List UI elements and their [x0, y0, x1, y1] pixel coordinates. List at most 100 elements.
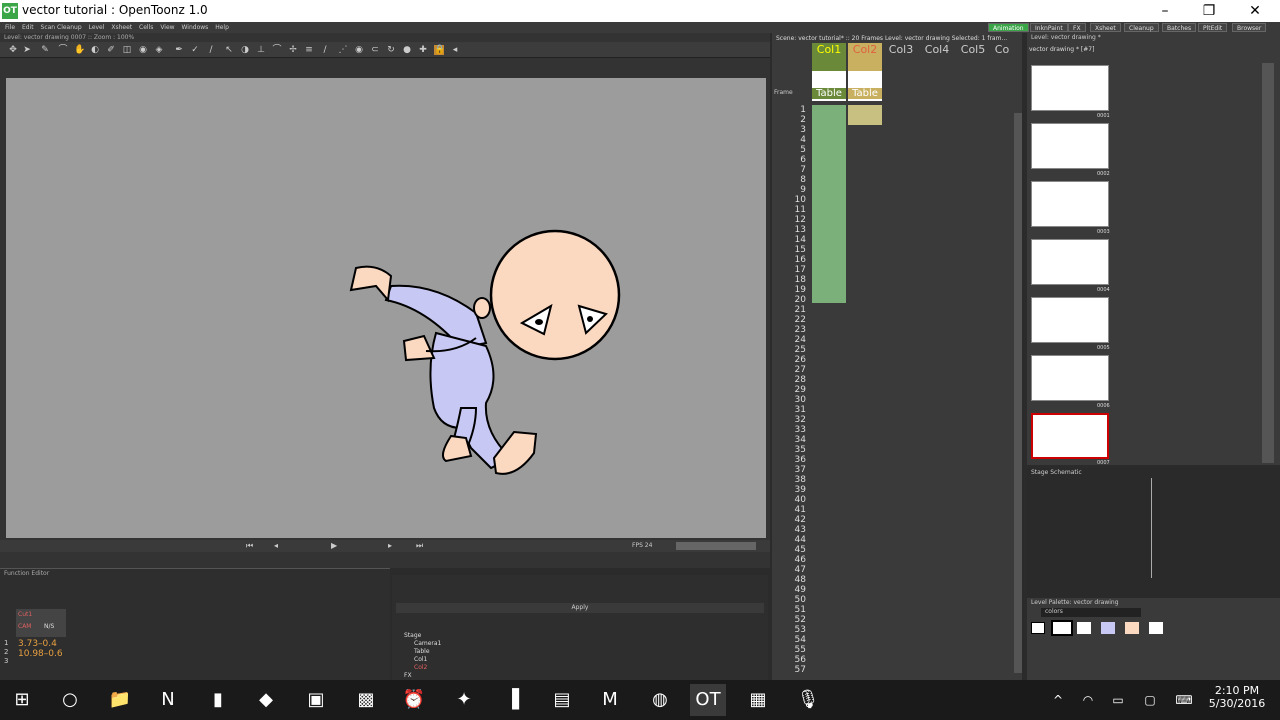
windows-start-icon[interactable]: ⊞ — [4, 684, 40, 716]
geometric-tool-icon[interactable]: ⌒ — [58, 45, 68, 55]
tree-node-table[interactable]: Table — [414, 648, 430, 655]
cortana-icon[interactable]: ○ — [52, 684, 88, 716]
microphone-icon[interactable]: 🎙 — [790, 684, 826, 716]
col2-cells[interactable] — [848, 105, 882, 125]
brush-tool-icon[interactable]: ✎ — [40, 45, 50, 55]
hand-tool-icon[interactable]: ● — [402, 45, 412, 55]
fps-slider[interactable] — [676, 542, 756, 550]
tree-node-col1[interactable]: Col1 — [414, 656, 427, 663]
col1-cells[interactable] — [812, 105, 846, 303]
col2-peg[interactable]: Table — [848, 88, 882, 99]
app-icon[interactable]: ▤ — [544, 684, 580, 716]
column-header-col2[interactable]: Col2 — [848, 43, 882, 71]
tree-node-fx[interactable]: FX — [404, 672, 412, 679]
bender-tool-icon[interactable]: ⊥ — [256, 45, 266, 55]
column-header-col1[interactable]: Col1 — [812, 43, 846, 71]
room-tab-pltedit[interactable]: PltEdit — [1198, 23, 1228, 32]
room-tab-fx[interactable]: FX — [1068, 23, 1086, 32]
menu-view[interactable]: View — [160, 22, 174, 33]
paint-brush-tool-icon[interactable]: ✐ — [106, 45, 116, 55]
room-tab-cleanup[interactable]: Cleanup — [1124, 23, 1159, 32]
last-frame-icon[interactable]: ⏭ — [416, 541, 423, 551]
arrow-icon[interactable]: ◂ — [450, 45, 460, 55]
magnet-tool-icon[interactable]: ◑ — [240, 45, 250, 55]
menu-file[interactable]: File — [5, 22, 15, 33]
type-tool-icon[interactable]: ✋ — [74, 45, 85, 55]
level-frame-thumbnail[interactable] — [1031, 123, 1109, 169]
level-frame-thumbnail[interactable] — [1031, 355, 1109, 401]
app-icon[interactable]: ▮ — [200, 684, 236, 716]
tape-tool-icon[interactable]: ◉ — [138, 45, 148, 55]
level-frame-thumbnail[interactable] — [1031, 65, 1109, 111]
first-frame-icon[interactable]: ⏮ — [246, 541, 253, 551]
tree-node-camera1[interactable]: Camera1 — [414, 640, 441, 647]
menu-edit[interactable]: Edit — [22, 22, 34, 33]
palette-style-swatch-selected[interactable] — [1051, 620, 1073, 636]
palette-style-swatch[interactable] — [1125, 622, 1139, 634]
file-explorer-icon[interactable]: 📁 — [102, 684, 138, 716]
lock-icon[interactable]: 🔒 — [434, 45, 445, 55]
level-frame-thumbnail[interactable] — [1031, 181, 1109, 227]
level-frame-thumbnail[interactable] — [1031, 239, 1109, 285]
xsheet-cell-area[interactable]: 1 2 3 4 5 6 7 8 9 10 11 12 13 14 15 16 17 18 19 20 21 22 23 24 2… — [772, 105, 1012, 677]
zoom-tool-icon[interactable]: ⊂ — [370, 45, 380, 55]
app-icon[interactable]: ▣ — [298, 684, 334, 716]
room-tab-browser[interactable]: Browser — [1232, 23, 1267, 32]
apply-button[interactable]: Apply — [396, 603, 764, 613]
skeleton-tool-icon[interactable]: ≡ — [304, 45, 314, 55]
col1-peg[interactable]: Table — [812, 88, 846, 99]
app-icon[interactable]: ▦ — [740, 684, 776, 716]
room-tab-inknpaint[interactable]: InknPaint — [1030, 23, 1068, 32]
rgb-picker-icon[interactable]: ✒ — [174, 45, 184, 55]
chrome-icon[interactable]: ◍ — [642, 684, 678, 716]
animate-tool-icon[interactable]: ✥ — [8, 45, 18, 55]
xsheet-scrollbar[interactable] — [1014, 113, 1022, 673]
pinch-tool-icon[interactable]: ∕ — [206, 45, 216, 55]
palette-style-swatch[interactable] — [1149, 622, 1163, 634]
selection-tool-icon[interactable]: ➤ — [22, 45, 32, 55]
level-frame-thumbnail-selected[interactable] — [1031, 413, 1109, 459]
menu-level[interactable]: Level — [89, 22, 105, 33]
minimize-button[interactable]: – — [1142, 0, 1188, 22]
app-icon[interactable]: ✦ — [446, 684, 482, 716]
visual-studio-icon[interactable]: ◆ — [248, 684, 284, 716]
eraser-tool-icon[interactable]: ◫ — [122, 45, 132, 55]
level-strip-scrollbar[interactable] — [1262, 63, 1274, 463]
room-tab-xsheet[interactable]: Xsheet — [1090, 23, 1121, 32]
next-frame-icon[interactable]: ▸ — [388, 541, 392, 550]
style-picker-icon[interactable]: ◈ — [154, 45, 164, 55]
room-tab-animation[interactable]: Animation — [988, 23, 1029, 32]
drawing-canvas[interactable] — [6, 78, 766, 538]
finger-tool-icon[interactable]: ✚ — [418, 45, 428, 55]
column-header-col5[interactable]: Col5 — [956, 43, 990, 71]
control-point-editor-icon[interactable]: ✓ — [190, 45, 200, 55]
play-icon[interactable]: ▶ — [331, 541, 337, 550]
tree-node-col2[interactable]: Col2 — [414, 664, 427, 671]
opentoonz-icon[interactable]: OT — [690, 684, 726, 716]
menu-scan-cleanup[interactable]: Scan Cleanup — [41, 22, 82, 33]
rotate-tool-icon[interactable]: ↻ — [386, 45, 396, 55]
palette-style-swatch[interactable] — [1077, 622, 1091, 634]
taskbar-clock[interactable]: 2:10 PM 5/30/2016 — [1202, 684, 1272, 710]
cutter-tool-icon[interactable]: ✢ — [288, 45, 298, 55]
menu-help[interactable]: Help — [215, 22, 229, 33]
onenote-icon[interactable]: N — [150, 684, 186, 716]
tree-node-stage[interactable]: Stage — [404, 632, 421, 639]
fill-tool-icon[interactable]: ◐ — [90, 45, 100, 55]
plastic-tool-icon[interactable]: ◉ — [354, 45, 364, 55]
menu-cells[interactable]: Cells — [139, 22, 153, 33]
tracker-tool-icon[interactable]: ∕ — [320, 45, 330, 55]
column-header-col4[interactable]: Col4 — [920, 43, 954, 71]
app-icon[interactable]: ▩ — [348, 684, 384, 716]
column-header-col3[interactable]: Col3 — [884, 43, 918, 71]
close-button[interactable]: ✕ — [1232, 0, 1278, 22]
room-tab-batches[interactable]: Batches — [1162, 23, 1197, 32]
menu-windows[interactable]: Windows — [181, 22, 208, 33]
keyboard-icon[interactable]: ⌨ — [1166, 684, 1202, 716]
prev-frame-icon[interactable]: ◂ — [274, 541, 278, 550]
palette-style-swatch[interactable] — [1031, 622, 1045, 634]
column-header-col6[interactable]: Co — [992, 43, 1012, 71]
action-center-icon[interactable]: ▢ — [1132, 684, 1168, 716]
hook-tool-icon[interactable]: ⋰ — [338, 45, 348, 55]
function-value-1[interactable]: 3.73–0.4 — [18, 639, 57, 649]
